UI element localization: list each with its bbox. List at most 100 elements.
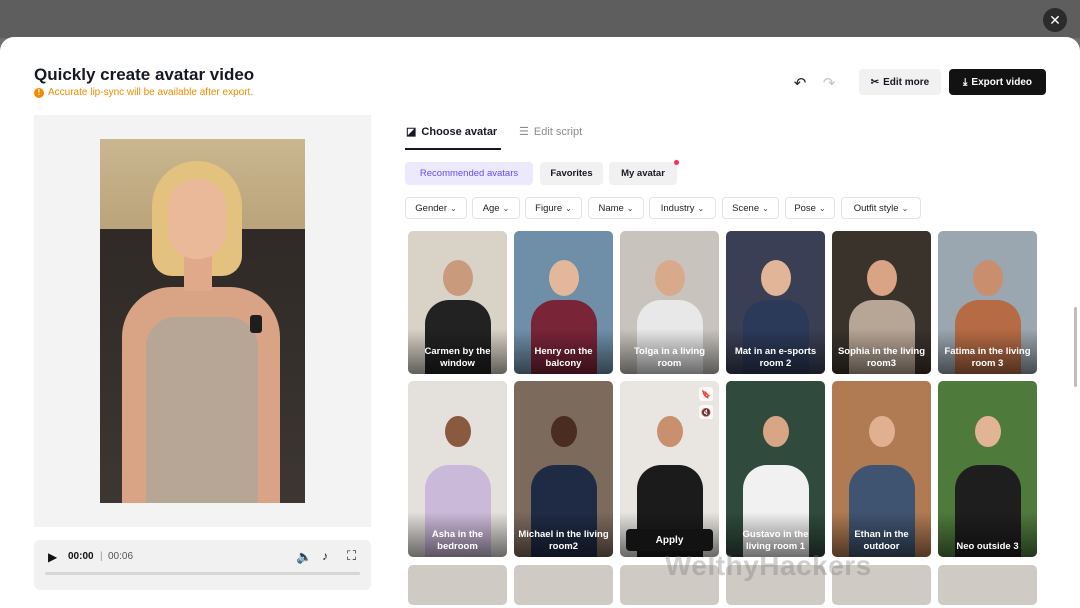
avatar-card[interactable]: Michael in the living room2: [514, 381, 613, 557]
scissors-icon: ✂: [870, 76, 880, 88]
scrollbar[interactable]: [1074, 307, 1077, 387]
avatar-head: [442, 259, 473, 296]
filter-gender[interactable]: Gender ⌄: [405, 197, 467, 219]
tab-choose-avatar[interactable]: ◪ Choose avatar: [406, 125, 497, 139]
undo-button[interactable]: ↶: [791, 74, 809, 92]
filter-name[interactable]: Name ⌄: [588, 197, 644, 219]
avatar-thumbnail: [514, 565, 613, 605]
avatar-card[interactable]: Asha in the bedroom: [408, 381, 507, 557]
avatar-card[interactable]: Ethan in the outdoor: [832, 381, 931, 557]
close-icon: ✕: [1049, 11, 1061, 28]
notification-dot: [674, 160, 679, 165]
avatar-card[interactable]: Carmen by the window: [408, 231, 507, 374]
warning-icon: !: [34, 87, 44, 98]
page-title: Quickly create avatar video: [34, 65, 255, 84]
fullscreen-icon: ⛶: [347, 548, 357, 563]
tiktok-icon: ♪: [322, 549, 328, 563]
avatar-name: Asha in the bedroom: [431, 529, 484, 552]
lip-sync-notice-text: Accurate lip-sync will be available afte…: [48, 87, 254, 98]
avatar-card[interactable]: Tolga in a living room: [620, 231, 719, 374]
bookmark-icon[interactable]: 🔖: [699, 387, 713, 401]
avatar-card[interactable]: 🔖 🔇 Apply: [620, 381, 719, 557]
avatar-name: Mat in an e-sports room 2: [734, 346, 817, 369]
avatar-card[interactable]: [408, 565, 507, 605]
filter-scene-label: Scene: [732, 202, 760, 214]
chevron-down-icon: ⌄: [762, 203, 769, 213]
total-time: 00:06: [108, 551, 134, 562]
avatar-name: Sophia in the living room3: [837, 346, 926, 369]
avatar-name: Fatima in the living room 3: [944, 346, 1031, 369]
chevron-down-icon: ⌄: [901, 203, 909, 213]
chevron-down-icon: ⌄: [818, 203, 826, 213]
preview-face: [168, 179, 226, 259]
avatar-card[interactable]: Gustavo in the living room 1: [726, 381, 825, 557]
avatar-head: [656, 416, 683, 448]
avatar-head: [972, 259, 1003, 296]
filter-scene[interactable]: Scene ⌄: [722, 197, 779, 219]
tiktok-button[interactable]: ♪: [322, 549, 328, 563]
tab-edit-script-label: Edit script: [533, 125, 583, 138]
chevron-down-icon: ⌄: [449, 203, 457, 213]
avatar-head: [866, 259, 897, 296]
export-video-label: Export video: [971, 76, 1032, 88]
redo-button[interactable]: ↷: [820, 74, 838, 92]
filter-industry-label: Industry: [660, 202, 695, 214]
undo-icon: ↶: [793, 75, 807, 92]
filter-pose[interactable]: Pose ⌄: [785, 197, 835, 219]
avatar-preview: [34, 115, 371, 527]
download-icon: ⤓: [963, 76, 968, 88]
preview-video[interactable]: [100, 139, 305, 503]
video-player-controls: ▶ 00:00 | 00:06 🔈 ♪ ⛶: [34, 540, 371, 590]
preview-top: [146, 317, 258, 503]
avatar-card[interactable]: [938, 565, 1037, 605]
active-tab-indicator: [405, 148, 501, 150]
filter-age-label: Age: [482, 202, 500, 214]
avatar-modal: Quickly create avatar video ! Accurate l…: [0, 37, 1080, 608]
edit-more-button[interactable]: ✂ Edit more: [859, 69, 941, 95]
avatar-name: Michael in the living room2: [518, 529, 609, 552]
redo-icon: ↷: [822, 75, 836, 92]
category-recommended[interactable]: Recommended avatars: [405, 162, 533, 185]
edit-more-label: Edit more: [883, 76, 930, 88]
current-time: 00:00: [68, 551, 94, 562]
avatar-card[interactable]: Henry on the balcony: [514, 231, 613, 374]
volume-button[interactable]: 🔈: [296, 549, 312, 565]
avatar-card[interactable]: [514, 565, 613, 605]
filter-outfit-style-label: Outfit style: [853, 202, 899, 214]
filter-age[interactable]: Age ⌄: [472, 197, 520, 219]
avatar-name: Henry on the balcony: [534, 346, 593, 369]
avatar-head: [760, 259, 791, 296]
apply-button[interactable]: Apply: [626, 529, 713, 551]
avatar-head: [974, 416, 1001, 448]
progress-bar[interactable]: [45, 572, 360, 575]
chevron-down-icon: ⌄: [626, 203, 634, 213]
filter-figure[interactable]: Figure ⌄: [525, 197, 582, 219]
time-separator: |: [100, 551, 103, 562]
avatar-card[interactable]: Mat in an e-sports room 2: [726, 231, 825, 374]
chevron-down-icon: ⌄: [697, 203, 705, 213]
export-video-button[interactable]: ⤓ Export video: [949, 69, 1046, 95]
preview-mic: [250, 315, 262, 333]
lip-sync-notice: ! Accurate lip-sync will be available af…: [34, 87, 253, 98]
mute-icon[interactable]: 🔇: [699, 405, 713, 419]
play-button[interactable]: ▶: [48, 550, 57, 564]
category-my-avatar[interactable]: My avatar: [609, 162, 677, 185]
chevron-down-icon: ⌄: [565, 203, 572, 213]
volume-icon: 🔈: [296, 549, 313, 564]
avatar-card[interactable]: Neo outside 3: [938, 381, 1037, 557]
avatar-head: [654, 259, 685, 296]
close-button[interactable]: ✕: [1043, 8, 1067, 32]
avatar-card[interactable]: Sophia in the living room3: [832, 231, 931, 374]
backdrop: [0, 0, 1080, 38]
chevron-down-icon: ⌄: [502, 203, 510, 213]
avatar-head: [548, 259, 579, 296]
filter-industry[interactable]: Industry ⌄: [649, 197, 716, 219]
filter-outfit-style[interactable]: Outfit style ⌄: [841, 197, 921, 219]
avatar-card[interactable]: Fatima in the living room 3: [938, 231, 1037, 374]
fullscreen-button[interactable]: ⛶: [347, 548, 356, 564]
tab-edit-script[interactable]: ☰ Edit script: [519, 125, 583, 139]
category-favorites[interactable]: Favorites: [540, 162, 603, 185]
filter-gender-label: Gender: [415, 202, 447, 214]
avatar-name: Tolga in a living room: [633, 346, 706, 369]
avatar-name: Carmen by the window: [424, 346, 491, 369]
